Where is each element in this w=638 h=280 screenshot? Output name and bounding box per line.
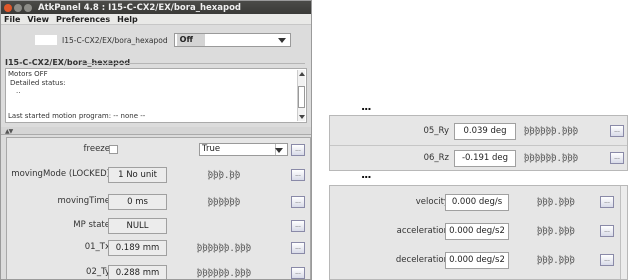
attribute-label: 01_Tx <box>84 242 110 252</box>
menu-bar: File View Preferences Help <box>1 14 311 25</box>
edit-button[interactable]: ... <box>291 220 305 232</box>
attribute-row-02-ty: 02_Ty 0.288 mm 000000.000 ... <box>7 259 310 279</box>
attribute-row-01-tx: 01_Tx 0.189 mm 000000.000 ... <box>7 234 310 262</box>
title-bar: AtkPanel 4.8 : I15-C-CX2/EX/bora_hexapod <box>1 1 311 14</box>
edit-button[interactable]: ... <box>610 125 624 137</box>
zoom-inset-rotations: 05_Ry 0.039 deg 000000.000 ... 06_Rz -0.… <box>329 115 628 171</box>
wheel-switch[interactable]: 000.000 <box>537 218 575 244</box>
attribute-value: 1 No unit <box>108 167 167 183</box>
divider <box>330 145 627 146</box>
status-line: .. <box>16 87 21 95</box>
status-textarea[interactable]: Motors OFF Detailed status: .. Last star… <box>5 68 307 123</box>
freeze-checkbox[interactable] <box>109 145 118 154</box>
split-pane-divider[interactable]: ▲▼ <box>1 127 311 135</box>
attribute-value: NULL <box>108 218 167 234</box>
edit-button[interactable]: ... <box>291 267 305 279</box>
split-grip-icon[interactable]: ▲▼ <box>5 128 13 135</box>
zoom-inset-motion: velocity 0.000 deg/s 000.000 ... acceler… <box>329 185 628 280</box>
chevron-down-icon[interactable] <box>275 148 283 153</box>
maximize-icon[interactable] <box>24 3 32 12</box>
status-line: Last started motion program: -- none -- <box>8 112 146 120</box>
state-combo[interactable]: Off <box>173 33 291 47</box>
attribute-value: 0.189 mm <box>108 240 167 256</box>
atkpanel-window: AtkPanel 4.8 : I15-C-CX2/EX/bora_hexapod… <box>0 0 312 280</box>
freeze-combo-value: True <box>202 144 221 154</box>
wheel-switch[interactable]: 000000.000 <box>179 259 269 279</box>
close-icon[interactable] <box>4 3 12 12</box>
wheel-switch[interactable]: 000000 <box>179 188 269 216</box>
chevron-down-icon[interactable] <box>277 37 286 43</box>
attribute-value: 0.000 deg/s2 <box>445 223 509 240</box>
menu-preferences[interactable]: Preferences <box>56 15 110 24</box>
menu-file[interactable]: File <box>4 15 20 24</box>
attribute-row-velocity: velocity 0.000 deg/s 000.000 ... <box>330 189 627 215</box>
attribute-value: 0.039 deg <box>454 123 516 140</box>
edit-button[interactable]: ... <box>600 254 614 266</box>
wheel-switch[interactable]: 000.000 <box>537 189 575 215</box>
divider <box>81 63 305 64</box>
attribute-label: movingMode (LOCKED) <box>11 169 110 179</box>
scroll-down-icon[interactable] <box>299 115 305 119</box>
attribute-label: MP state <box>73 220 110 230</box>
state-value: Off <box>176 34 205 46</box>
attribute-value: -0.191 deg <box>454 150 516 167</box>
device-name: I15-C-CX2/EX/bora_hexapod <box>62 35 168 45</box>
attribute-value: 0.288 mm <box>108 265 167 279</box>
edit-button[interactable]: ... <box>600 196 614 208</box>
wheel-switch[interactable]: 000000.000 <box>524 118 578 144</box>
attribute-label: 02_Ty <box>86 267 110 277</box>
menu-view[interactable]: View <box>27 15 49 24</box>
freeze-combo[interactable]: True <box>199 143 288 156</box>
status-line: Motors OFF <box>8 70 48 78</box>
edit-button[interactable]: ... <box>600 225 614 237</box>
attribute-value: 0 ms <box>108 194 167 210</box>
status-scrollbar[interactable] <box>297 70 305 121</box>
attribute-row-06-rz: 06_Rz -0.191 deg 000000.000 ... <box>330 145 627 170</box>
wheel-switch[interactable]: 000.000 <box>537 247 575 273</box>
menu-help[interactable]: Help <box>117 15 138 24</box>
wheel-switch[interactable]: 000000.000 <box>179 234 269 262</box>
ellipsis-bottom: ... <box>361 168 372 181</box>
edit-button[interactable]: ... <box>291 144 305 156</box>
scroll-thumb[interactable] <box>298 86 305 108</box>
attribute-row-deceleration: deceleration 0.000 deg/s2 000.000 ... <box>330 247 627 273</box>
status-line: Detailed status: <box>10 78 66 87</box>
attribute-row-movingmode: movingMode (LOCKED) 1 No unit 000.00 ... <box>7 161 310 189</box>
scroll-up-icon[interactable] <box>299 72 305 76</box>
wheel-switch[interactable]: 000000.000 <box>524 145 578 170</box>
edit-button[interactable]: ... <box>291 169 305 181</box>
edit-button[interactable]: ... <box>610 152 624 164</box>
attribute-label: 06_Rz <box>423 153 449 163</box>
attribute-row-mp-state: MP state NULL ... <box>7 217 310 235</box>
wheel-switch[interactable]: 000.00 <box>179 161 269 189</box>
attribute-value: 0.000 deg/s2 <box>445 252 509 269</box>
attribute-label: movingTime <box>57 196 110 206</box>
panel-scrollbar[interactable] <box>620 186 627 279</box>
minimize-icon[interactable] <box>14 3 22 12</box>
attribute-row-05-ry: 05_Ry 0.039 deg 000000.000 ... <box>330 118 627 144</box>
attribute-label: velocity <box>415 197 449 207</box>
device-icon <box>35 35 57 45</box>
attribute-row-acceleration: acceleration 0.000 deg/s2 000.000 ... <box>330 218 627 244</box>
attribute-value: 0.000 deg/s <box>445 194 509 211</box>
window-title: AtkPanel 4.8 : I15-C-CX2/EX/bora_hexapod <box>38 2 241 13</box>
device-row: I15-C-CX2/EX/bora_hexapod Off <box>9 32 303 48</box>
ellipsis-top: ... <box>361 100 372 113</box>
status-line <box>8 96 304 105</box>
attribute-label: 05_Ry <box>423 126 449 136</box>
attribute-label: freeze <box>83 144 110 154</box>
attribute-panel: freeze True ... movingMode (LOCKED) 1 No… <box>6 137 311 279</box>
edit-button[interactable]: ... <box>291 242 305 254</box>
attribute-label: acceleration <box>396 226 449 236</box>
attribute-row-movingtime: movingTime 0 ms 000000 ... <box>7 188 310 216</box>
attribute-row-freeze: freeze True ... <box>7 141 310 159</box>
edit-button[interactable]: ... <box>291 196 305 208</box>
attribute-label: deceleration <box>395 255 449 265</box>
